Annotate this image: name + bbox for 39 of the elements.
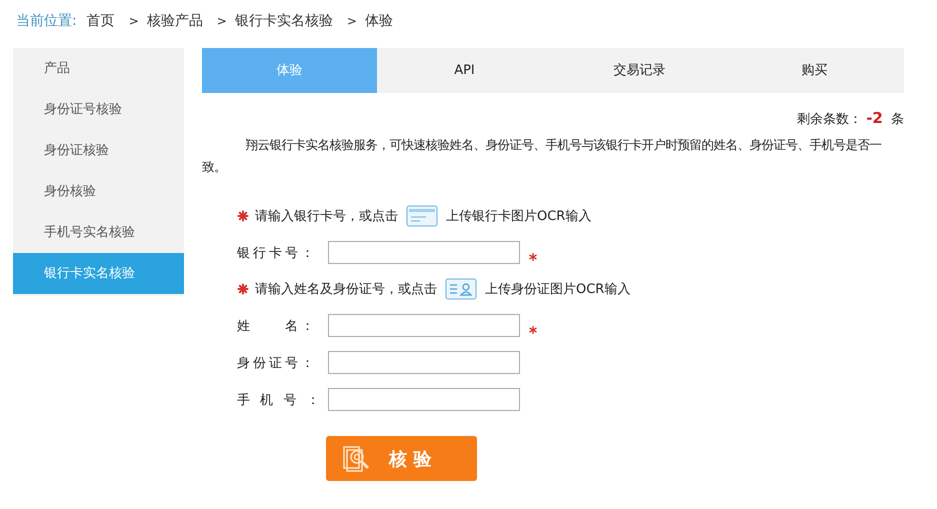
breadcrumb-link[interactable]: 体验 xyxy=(364,12,393,30)
breadcrumb-link[interactable]: 首页 xyxy=(86,12,115,30)
description-text: 翔云银行卡实名核验服务，可快速核验姓名、身份证号、手机号与该银行卡开户时预留的姓名、身份证号、手机号是否一致。 xyxy=(202,136,882,176)
field-label: 手 机 号 ： xyxy=(237,392,324,408)
input-field[interactable] xyxy=(328,351,520,374)
breadcrumb-separator: > xyxy=(346,14,357,28)
hint-text: 上传身份证图片OCR输入 xyxy=(485,281,630,298)
required-mark-icon xyxy=(237,283,249,295)
breadcrumb-label: 当前位置: xyxy=(16,12,77,30)
hint-text: 上传银行卡图片OCR输入 xyxy=(446,208,592,225)
required-mark-icon xyxy=(528,252,538,262)
tab[interactable]: API xyxy=(377,48,552,93)
tab[interactable]: 购买 xyxy=(727,48,902,93)
breadcrumb-link[interactable]: 银行卡实名核验 xyxy=(234,12,333,30)
breadcrumb-separator: > xyxy=(216,14,227,28)
input-field[interactable] xyxy=(328,241,520,264)
input-field[interactable] xyxy=(328,388,520,411)
magnifier-document-icon xyxy=(341,444,371,474)
sidebar-item[interactable]: 产品 xyxy=(13,48,184,89)
sidebar-item[interactable]: 手机号实名核验 xyxy=(13,212,184,253)
quota-unit: 条 xyxy=(891,112,904,127)
quota-value: -2 xyxy=(866,109,883,127)
hint-text: 请输入银行卡号，或点击 xyxy=(255,208,398,225)
field-label: 银行卡号： xyxy=(237,244,318,262)
sidebar-item[interactable]: 身份证号核验 xyxy=(13,89,184,130)
tab[interactable]: 交易记录 xyxy=(552,48,727,93)
hint-text: 请输入姓名及身份证号，或点击 xyxy=(255,281,437,298)
quota-label: 剩余条数： xyxy=(797,112,862,127)
breadcrumb-link[interactable]: 核验产品 xyxy=(146,12,203,30)
required-mark-icon xyxy=(237,210,249,222)
sidebar-item[interactable]: 身份核验 xyxy=(13,171,184,212)
breadcrumb-separator: > xyxy=(128,14,139,28)
required-mark-icon xyxy=(528,324,538,334)
id-card-icon[interactable] xyxy=(445,278,477,300)
bank-card-icon[interactable] xyxy=(406,205,438,227)
field-label: 身份证号： xyxy=(237,354,318,372)
sidebar-item[interactable]: 身份证核验 xyxy=(13,130,184,171)
input-field[interactable] xyxy=(328,314,520,337)
field-label: 姓 名： xyxy=(237,318,318,334)
